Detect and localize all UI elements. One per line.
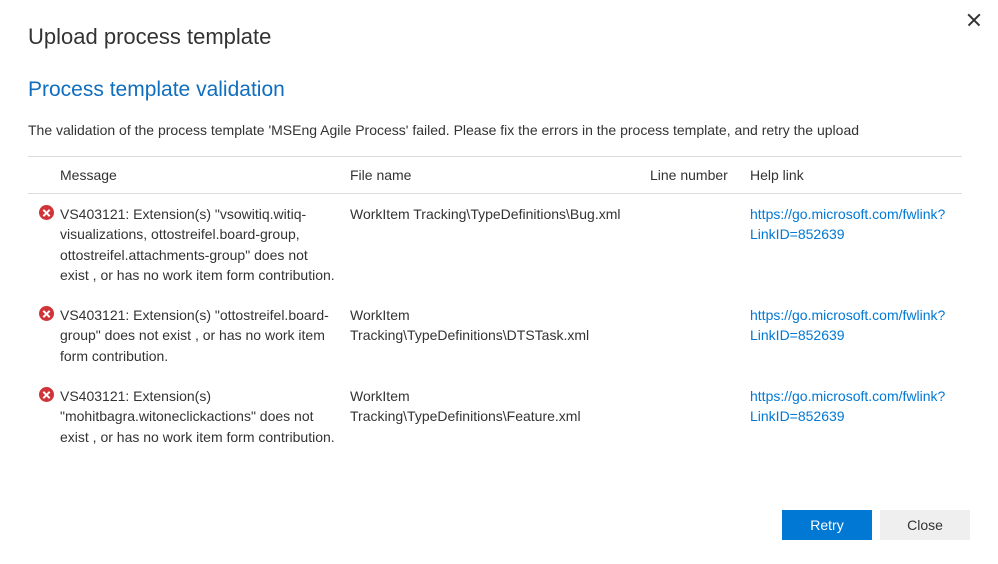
cell-message: VS403121: Extension(s) "ottostreifel.boa… — [60, 305, 350, 366]
close-icon[interactable] — [966, 12, 982, 28]
cell-message: VS403121: Extension(s) "vsowitiq.witiq-v… — [60, 204, 350, 285]
col-header-help: Help link — [750, 167, 962, 183]
help-link[interactable]: https://go.microsoft.com/fwlink?LinkID=8… — [750, 206, 945, 242]
table-header-row: Message File name Line number Help link — [28, 157, 962, 194]
section-title: Process template validation — [28, 78, 962, 102]
content-scroll-area[interactable]: Process template validation The validati… — [28, 78, 970, 480]
error-icon — [39, 205, 54, 220]
error-icon — [39, 306, 54, 321]
table-row: VS403121: Extension(s) "vsowitiq.witiq-v… — [28, 194, 962, 295]
help-link[interactable]: https://go.microsoft.com/fwlink?LinkID=8… — [750, 388, 945, 424]
col-header-message: Message — [60, 167, 350, 183]
help-link[interactable]: https://go.microsoft.com/fwlink?LinkID=8… — [750, 307, 945, 343]
col-header-line: Line number — [650, 167, 750, 183]
error-icon — [39, 387, 54, 402]
retry-button[interactable]: Retry — [782, 510, 872, 540]
col-header-filename: File name — [350, 167, 650, 183]
validation-errors-table: Message File name Line number Help link … — [28, 156, 962, 457]
validation-summary: The validation of the process template '… — [28, 122, 962, 138]
cell-filename: WorkItem Tracking\TypeDefinitions\DTSTas… — [350, 305, 650, 346]
table-row: VS403121: Extension(s) "ottostreifel.boa… — [28, 295, 962, 376]
cell-filename: WorkItem Tracking\TypeDefinitions\Featur… — [350, 386, 650, 427]
table-row: VS403121: Extension(s) "mohitbagra.witon… — [28, 376, 962, 457]
cell-filename: WorkItem Tracking\TypeDefinitions\Bug.xm… — [350, 204, 650, 224]
upload-process-template-dialog: Upload process template Process template… — [0, 0, 998, 564]
dialog-title: Upload process template — [28, 24, 970, 50]
cell-message: VS403121: Extension(s) "mohitbagra.witon… — [60, 386, 350, 447]
close-button[interactable]: Close — [880, 510, 970, 540]
dialog-button-bar: Retry Close — [28, 480, 970, 544]
